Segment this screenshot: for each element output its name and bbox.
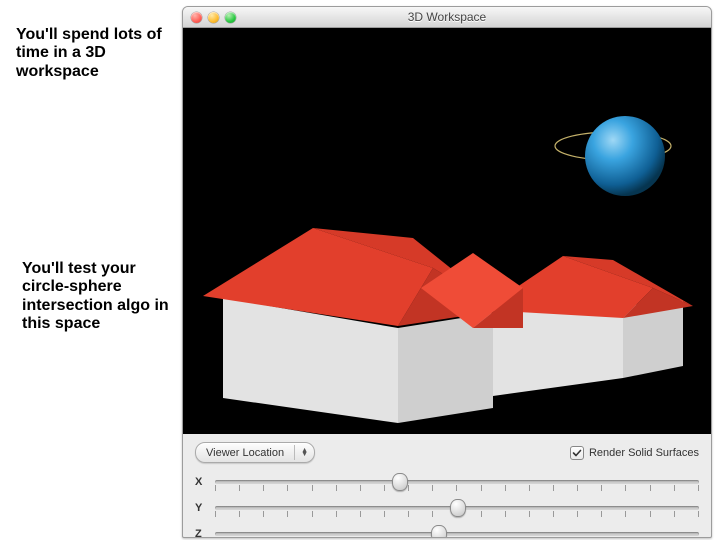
- slider-z-label: Z: [195, 528, 205, 538]
- sphere: [585, 116, 665, 196]
- dropdown-selected-label: Viewer Location: [206, 447, 284, 459]
- caption-top: You'll spend lots of time in a 3D worksp…: [16, 26, 176, 81]
- app-window: 3D Workspace: [182, 6, 712, 538]
- checkbox-label: Render Solid Surfaces: [589, 447, 699, 459]
- caption-mid: You'll test your circle-sphere intersect…: [22, 260, 182, 334]
- window-title: 3D Workspace: [183, 10, 711, 24]
- house-left: [203, 228, 503, 423]
- window-titlebar[interactable]: 3D Workspace: [183, 7, 711, 28]
- slider-x[interactable]: [215, 471, 699, 493]
- viewer-location-dropdown[interactable]: Viewer Location ▲▼: [195, 442, 315, 463]
- slider-z[interactable]: [215, 523, 699, 538]
- zoom-icon[interactable]: [225, 12, 236, 23]
- viewport-3d[interactable]: [183, 28, 711, 434]
- minimize-icon[interactable]: [208, 12, 219, 23]
- checkbox-icon: [570, 446, 584, 460]
- slider-y[interactable]: [215, 497, 699, 519]
- controls-panel: Viewer Location ▲▼ Render Solid Surfaces…: [183, 434, 711, 538]
- close-icon[interactable]: [191, 12, 202, 23]
- slider-y-label: Y: [195, 502, 205, 514]
- slider-x-label: X: [195, 476, 205, 488]
- render-surfaces-checkbox[interactable]: Render Solid Surfaces: [570, 446, 699, 460]
- scene-3d: [183, 28, 711, 434]
- chevron-up-down-icon: ▲▼: [301, 449, 308, 457]
